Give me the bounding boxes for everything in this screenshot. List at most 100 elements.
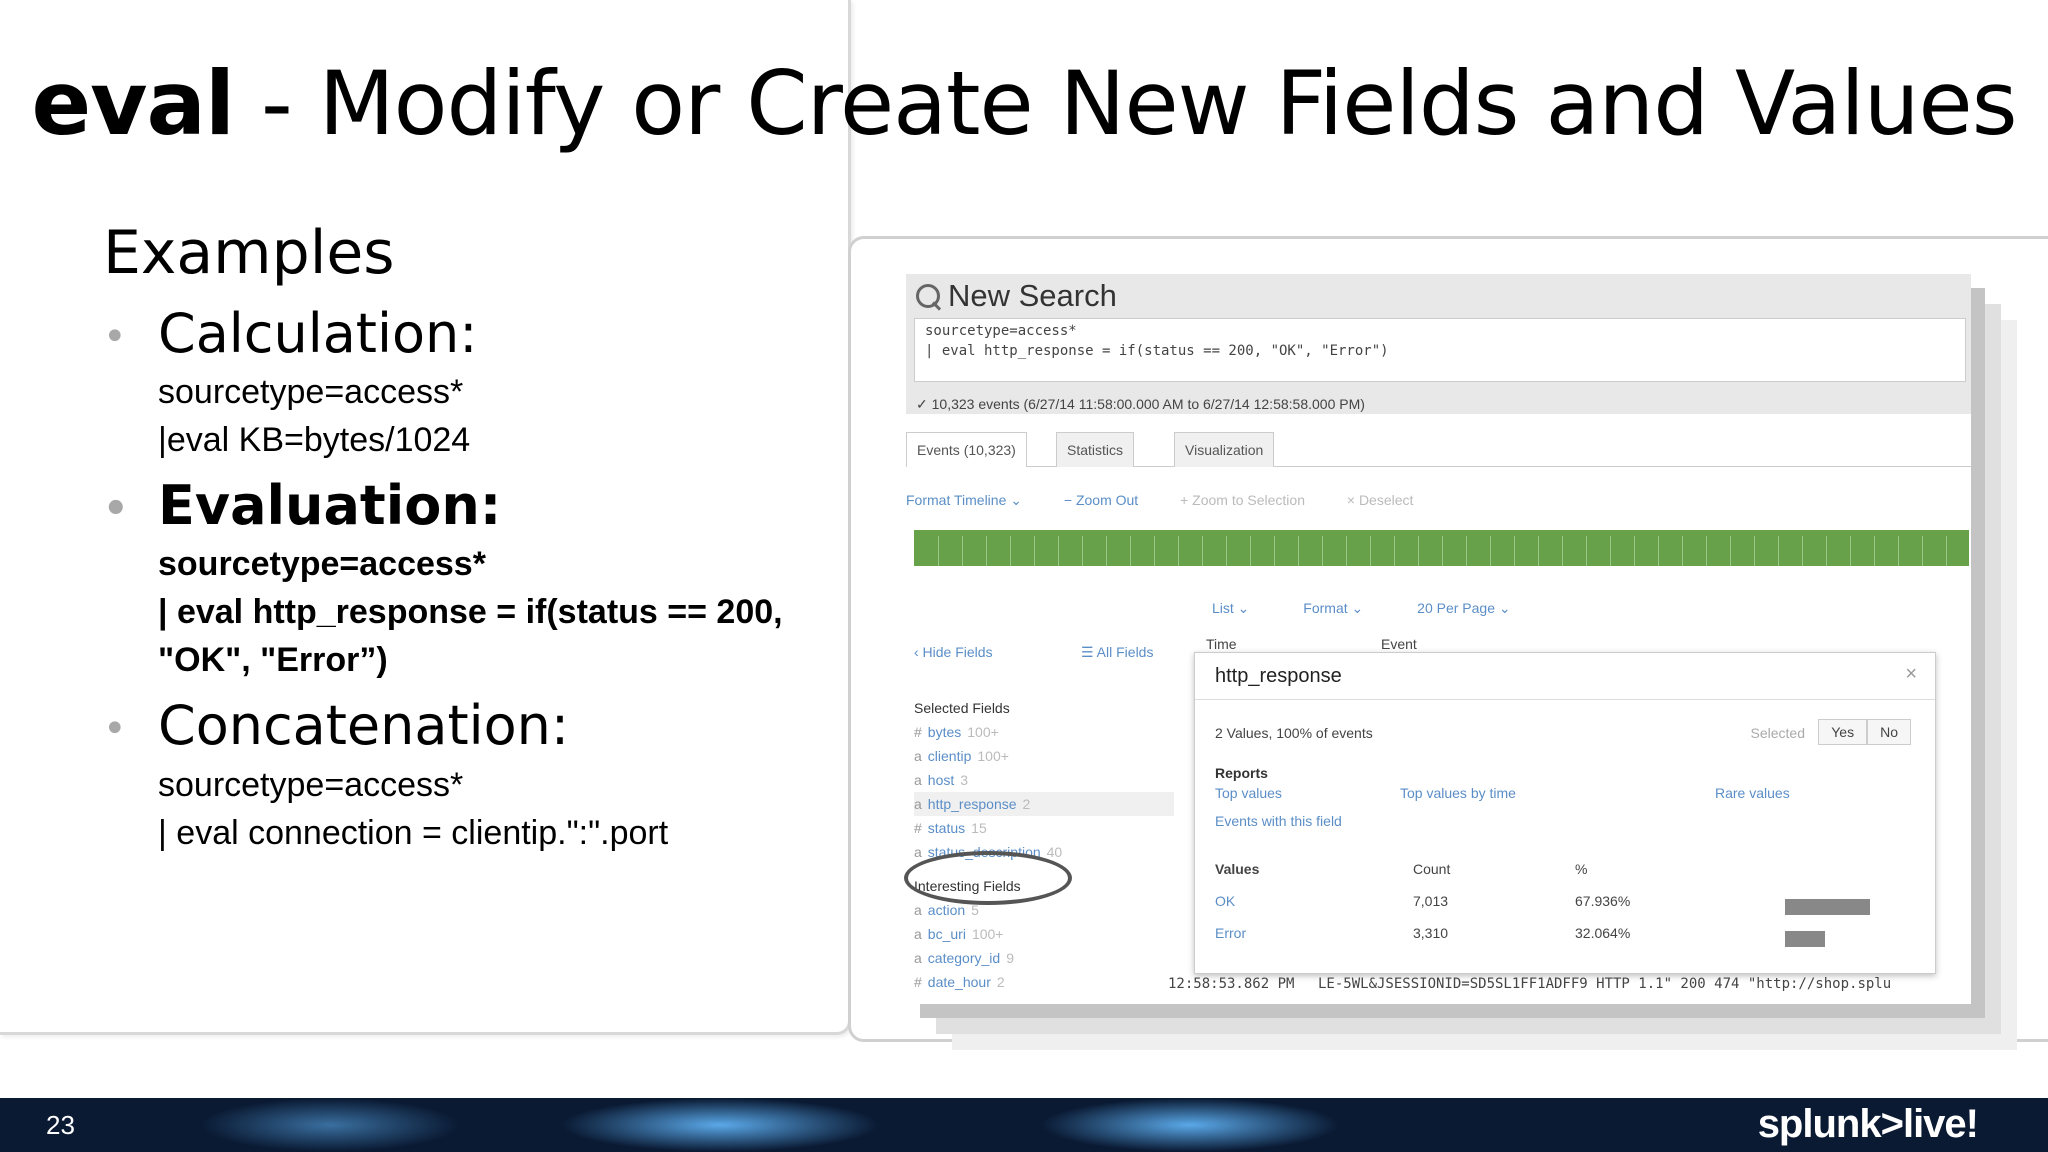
deselect-button[interactable]: × Deselect — [1347, 492, 1414, 508]
histogram-bar-divider — [1010, 536, 1011, 566]
search-icon — [916, 284, 940, 308]
histogram-bar-divider — [1322, 536, 1323, 566]
per-page-dropdown[interactable]: 20 Per Page ⌄ — [1417, 600, 1510, 616]
no-button[interactable]: No — [1867, 719, 1911, 745]
code-line: | eval http_response = if(status == 200, — [158, 593, 783, 631]
tab-events[interactable]: Events (10,323) — [906, 432, 1027, 467]
value-percent-bar — [1785, 899, 1870, 915]
histogram-bar-divider — [938, 536, 939, 566]
col-event: Event — [1381, 636, 1417, 652]
field-type-icon: a — [914, 772, 922, 788]
field-name: category_id — [927, 950, 1001, 966]
field-item-clientip[interactable]: a clientip 100+ — [914, 744, 1174, 768]
field-name: date_hour — [927, 974, 991, 990]
close-icon[interactable]: × — [1905, 663, 1917, 686]
field-item-date-hour[interactable]: # date_hour 2 — [914, 970, 1174, 994]
code-line: sourcetype=access* — [158, 373, 464, 411]
field-name: bc_uri — [927, 926, 966, 942]
field-name: bytes — [927, 724, 962, 740]
format-timeline-button[interactable]: Format Timeline ⌄ — [906, 492, 1022, 508]
value-count: 3,310 — [1413, 925, 1449, 941]
value-percent: 32.064% — [1575, 925, 1631, 941]
value-count: 7,013 — [1413, 893, 1449, 909]
col-pct: % — [1575, 861, 1588, 877]
histogram-bar-divider — [1562, 536, 1563, 566]
histogram-bar-divider — [1490, 536, 1491, 566]
reports-label: Reports — [1215, 765, 1268, 781]
histogram-bar-divider — [1178, 536, 1179, 566]
title-rest: - Modify or Create New Fields and Values — [234, 52, 2018, 155]
field-type-icon: # — [914, 724, 922, 740]
code-line: sourcetype=access* — [158, 766, 464, 804]
divider — [1195, 699, 1935, 700]
list-controls: List ⌄ Format ⌄ 20 Per Page ⌄ — [1212, 600, 1561, 617]
field-item-http-response[interactable]: a http_response 2 — [914, 792, 1174, 816]
selected-fields-label: Selected Fields — [914, 700, 1010, 716]
bullet-dot: • — [103, 486, 129, 533]
histogram-bar-divider — [1106, 536, 1107, 566]
search-query-box[interactable]: sourcetype=access* | eval http_response … — [914, 318, 1966, 382]
value-row[interactable]: Error 3,310 32.064% — [1215, 925, 1915, 957]
field-count: 3 — [960, 772, 969, 788]
format-dropdown[interactable]: Format ⌄ — [1303, 600, 1363, 616]
field-item-bc-uri[interactable]: a bc_uri 100+ — [914, 922, 1174, 946]
field-count: 100+ — [967, 724, 999, 740]
histogram-bar-divider — [1754, 536, 1755, 566]
zoom-out-button[interactable]: − Zoom Out — [1064, 492, 1138, 508]
list-dropdown[interactable]: List ⌄ — [1212, 600, 1249, 616]
field-name: clientip — [927, 748, 972, 764]
code-evaluation: sourcetype=access* | eval http_response … — [158, 540, 783, 684]
popup-summary: 2 Values, 100% of events — [1215, 725, 1373, 741]
histogram-bar-divider — [1850, 536, 1851, 566]
code-line: | eval connection = clientip.":".port — [158, 814, 669, 852]
query-line: sourcetype=access* — [925, 323, 1077, 339]
hide-fields-link[interactable]: ‹ Hide Fields — [914, 644, 993, 660]
histogram-bar-divider — [1874, 536, 1875, 566]
field-type-icon: a — [914, 926, 922, 942]
value-percent: 67.936% — [1575, 893, 1631, 909]
timeline-histogram[interactable] — [914, 530, 1969, 566]
field-name: host — [927, 772, 955, 788]
value-name: Error — [1215, 925, 1247, 941]
all-fields-link[interactable]: ☰ All Fields — [1081, 644, 1153, 661]
tab-visualization[interactable]: Visualization — [1174, 432, 1275, 467]
field-type-icon: # — [914, 974, 922, 990]
top-values-link[interactable]: Top values — [1215, 785, 1282, 801]
code-line: |eval KB=bytes/1024 — [158, 421, 471, 459]
new-search-header: New Search — [916, 278, 1117, 314]
field-item-host[interactable]: a host 3 — [914, 768, 1174, 792]
splunk-screenshot: New Search sourcetype=access* | eval htt… — [904, 274, 1971, 1004]
events-with-field-link[interactable]: Events with this field — [1215, 813, 1342, 829]
field-item-bytes[interactable]: # bytes 100+ — [914, 720, 1174, 744]
bullet-label: Concatenation: — [158, 694, 570, 757]
value-name: OK — [1215, 893, 1236, 909]
histogram-bar-divider — [1346, 536, 1347, 566]
histogram-bar-divider — [1274, 536, 1275, 566]
field-type-icon: a — [914, 748, 922, 764]
zoom-to-selection-button[interactable]: + Zoom to Selection — [1180, 492, 1305, 508]
histogram-bar-divider — [1778, 536, 1779, 566]
tab-statistics[interactable]: Statistics — [1056, 432, 1135, 467]
field-name: status — [927, 820, 966, 836]
footer-glow — [560, 1098, 880, 1152]
field-item-category-id[interactable]: a category_id 9 — [914, 946, 1174, 970]
selected-label: Selected — [1750, 725, 1805, 741]
top-values-by-time-link[interactable]: Top values by time — [1400, 785, 1516, 801]
splunk-live-logo: splunk>live! — [1757, 1102, 1979, 1146]
new-search-title: New Search — [948, 278, 1117, 313]
yes-button[interactable]: Yes — [1818, 719, 1868, 745]
values-header: Values Count % — [1215, 861, 1915, 893]
footer-glow — [1040, 1098, 1340, 1152]
field-count: 100+ — [971, 926, 1004, 942]
query-line: | eval http_response = if(status == 200,… — [925, 343, 1389, 359]
timeline-controls: Format Timeline ⌄ − Zoom Out + Zoom to S… — [906, 492, 1451, 509]
field-count: 40 — [1046, 844, 1063, 860]
code-calculation: sourcetype=access* |eval KB=bytes/1024 — [158, 368, 470, 464]
title-bold: eval — [31, 52, 235, 155]
field-item-status[interactable]: # status 15 — [914, 816, 1174, 840]
code-line: sourcetype=access* — [158, 545, 486, 583]
rare-values-link[interactable]: Rare values — [1715, 785, 1790, 801]
fields-sidebar: Selected Fields # bytes 100+ a clientip 100+ a… — [904, 700, 1174, 994]
value-row[interactable]: OK 7,013 67.936% — [1215, 893, 1915, 925]
histogram-bar-divider — [1226, 536, 1227, 566]
